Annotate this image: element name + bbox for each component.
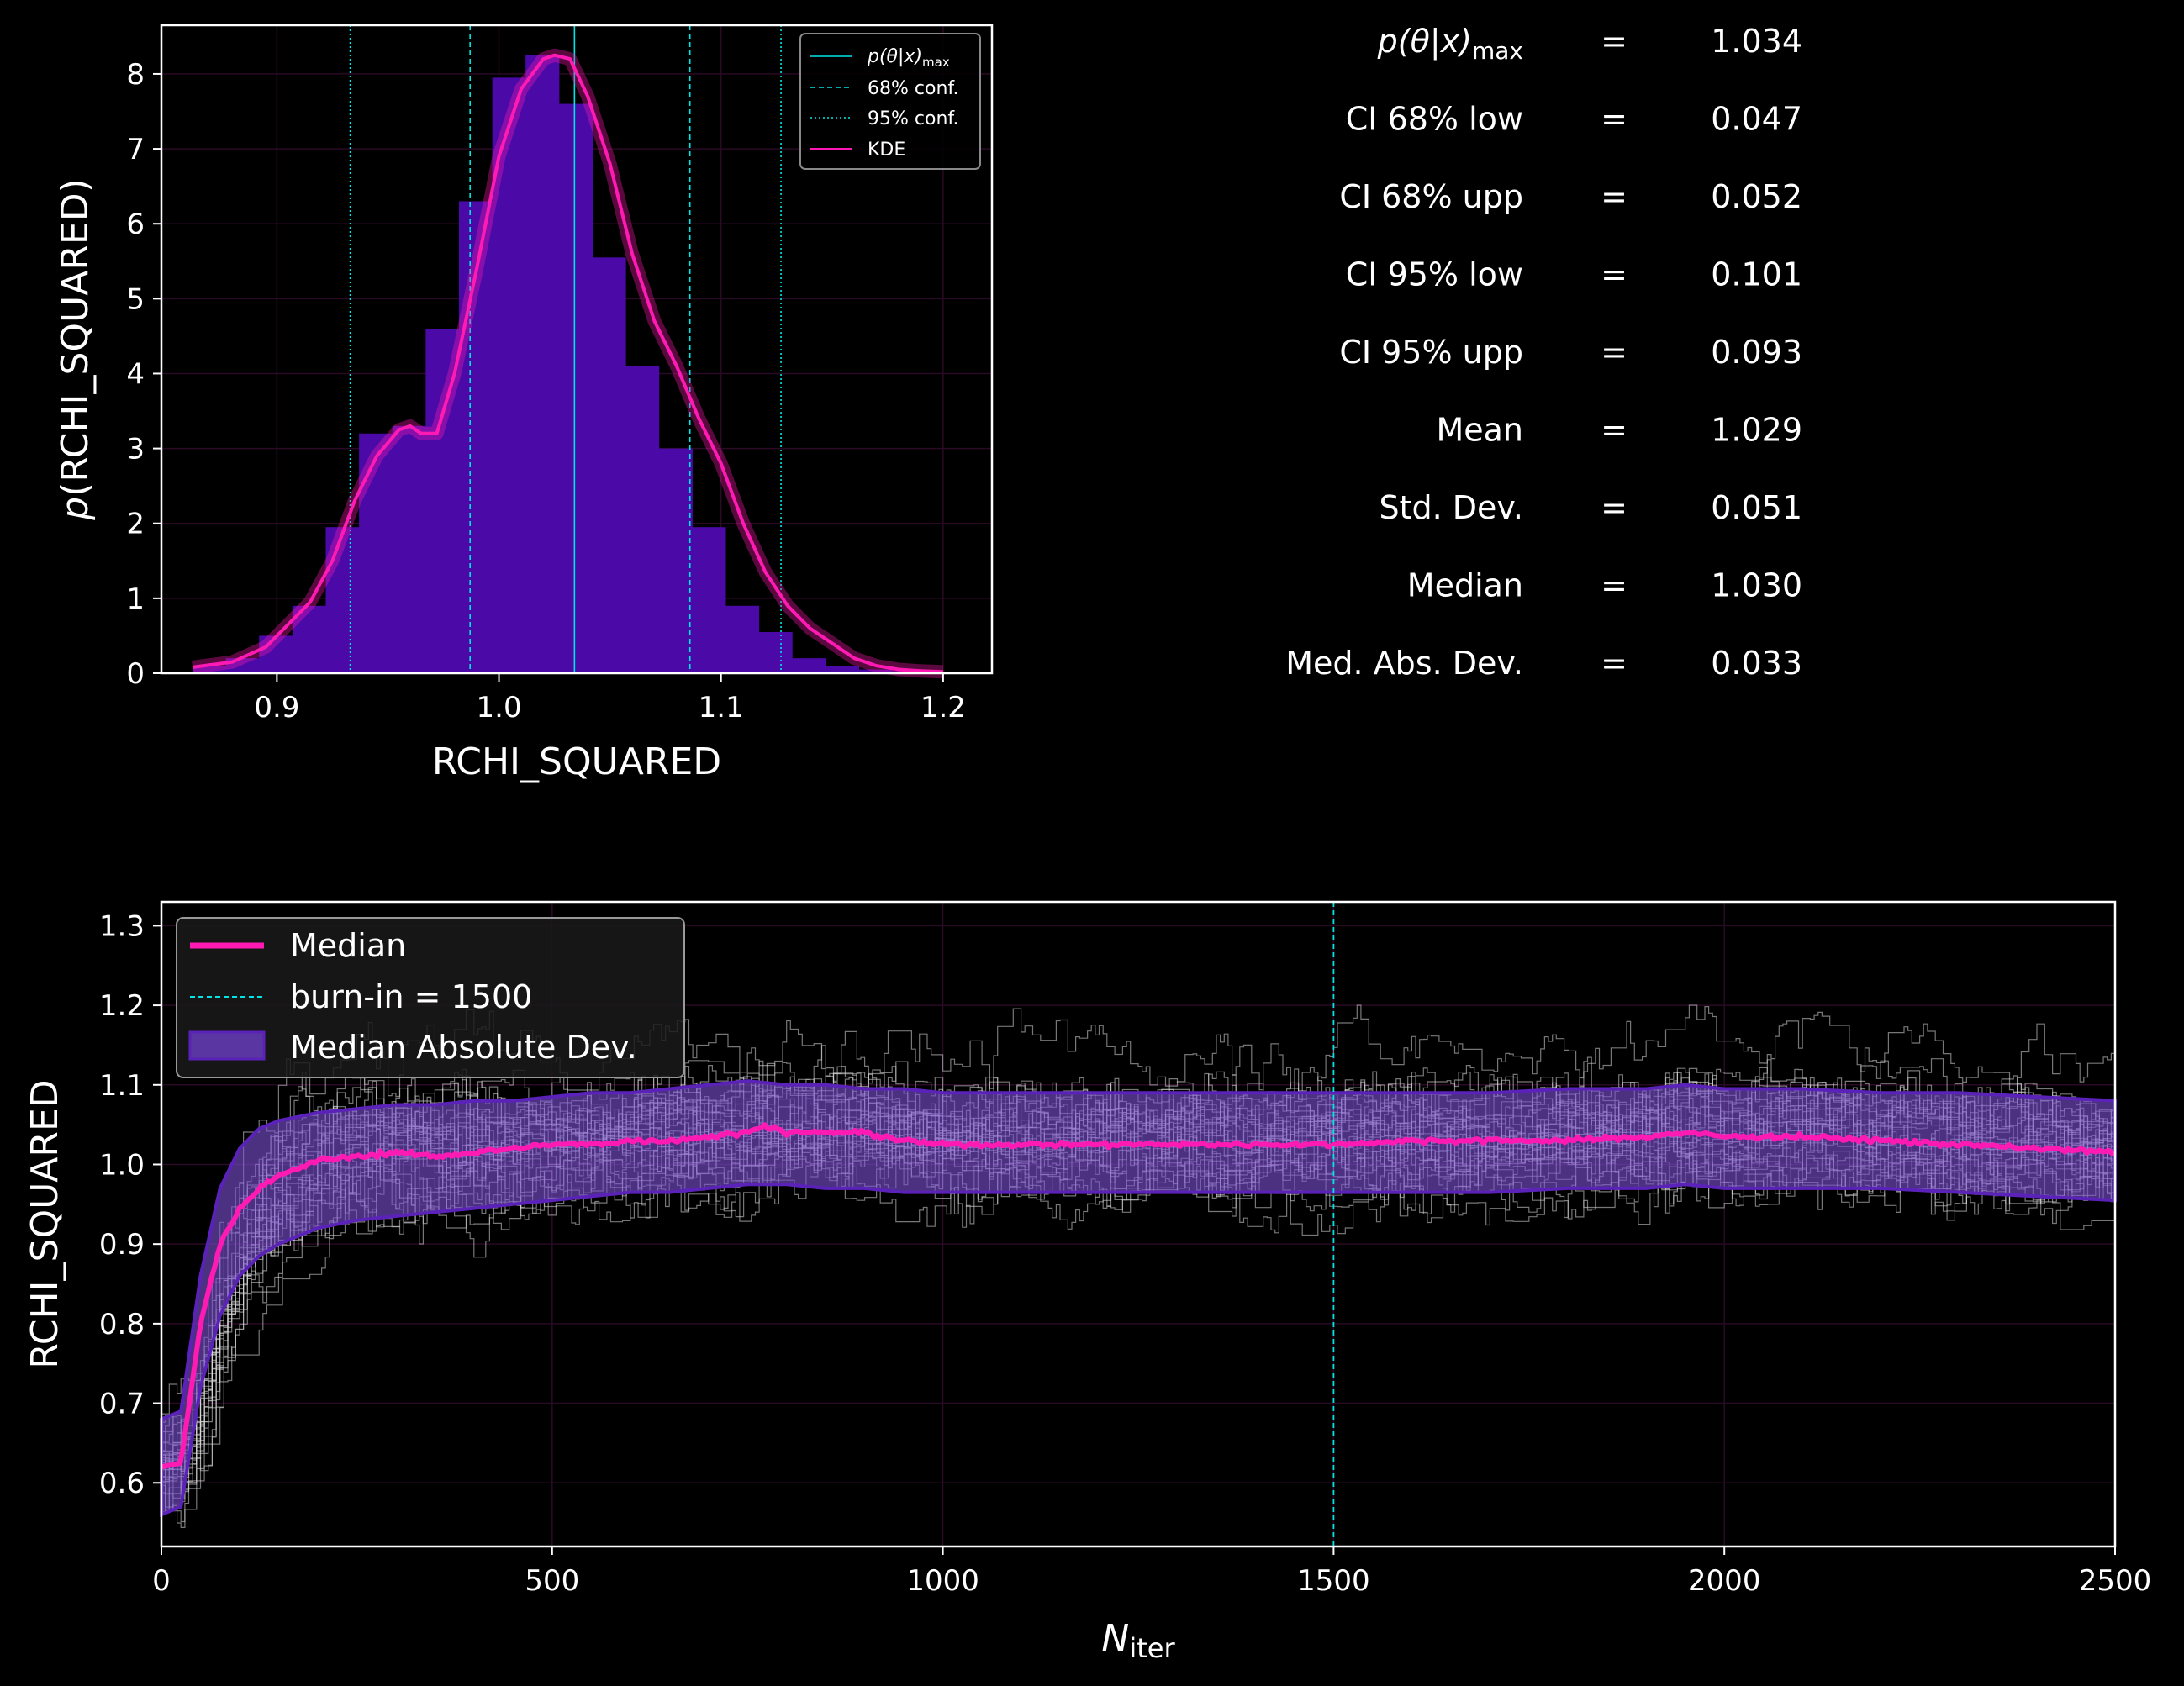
stat-value: 0.101 xyxy=(1711,256,1802,293)
legend-mad-label: Median Absolute Dev. xyxy=(290,1029,637,1066)
stat-label: CI 95% low xyxy=(1346,256,1523,293)
stat-equals: = xyxy=(1601,645,1627,682)
histogram-bar xyxy=(525,55,560,673)
histogram-bar xyxy=(558,103,593,673)
stat-equals: = xyxy=(1601,567,1627,604)
histogram-legend: p(θ|x)max 68% conf. 95% conf. KDE xyxy=(799,33,981,170)
hist-ytick-label: 1 xyxy=(126,582,145,616)
stat-value: 1.029 xyxy=(1711,412,1802,449)
hist-ytick-label: 8 xyxy=(126,58,145,92)
trace-ytick-label: 0.6 xyxy=(99,1467,145,1500)
stat-equals: = xyxy=(1601,256,1627,293)
stat-label: Median xyxy=(1407,567,1523,604)
trace-ytick-label: 0.9 xyxy=(99,1228,145,1262)
stat-label-sub: max xyxy=(1472,37,1523,65)
hist-ytick-label: 5 xyxy=(126,282,145,316)
legend-burnin-label: burn-in = 1500 xyxy=(290,978,532,1015)
stat-row: Median = 1.030 xyxy=(1407,567,1802,604)
histogram-bar xyxy=(625,366,660,673)
trace-xtick-label: 0 xyxy=(152,1564,171,1598)
hist-ytick-label: 6 xyxy=(126,208,145,241)
stat-row: Mean = 1.029 xyxy=(1436,412,1802,449)
trace-xtick-label: 2000 xyxy=(1688,1564,1761,1598)
stat-equals: = xyxy=(1601,489,1627,526)
trace-ytick-label: 0.8 xyxy=(99,1308,145,1341)
stat-equals: = xyxy=(1601,101,1627,138)
legend-conf68-label: 68% conf. xyxy=(868,78,959,99)
trace-xtick-label: 2500 xyxy=(2079,1564,2152,1598)
legend-mad-swatch xyxy=(188,1030,266,1061)
histogram-x-label: RCHI_SQUARED xyxy=(432,740,721,783)
stat-label-main: p(θ|x) xyxy=(1377,23,1472,61)
histogram-bar xyxy=(692,527,726,673)
trace-xtick-label: 500 xyxy=(525,1564,579,1598)
histogram-bar xyxy=(592,257,626,673)
stat-value: 1.034 xyxy=(1711,23,1802,60)
hist-ytick-label: 3 xyxy=(126,433,145,466)
trace-ytick-label: 1.3 xyxy=(99,909,145,943)
legend-max-sub: max xyxy=(922,55,950,70)
stat-value: 0.051 xyxy=(1711,489,1802,526)
stat-equals: = xyxy=(1601,178,1627,215)
trace-ytick-label: 1.0 xyxy=(99,1148,145,1182)
histogram-bar xyxy=(825,666,859,673)
hist-xtick-label: 1.1 xyxy=(699,691,744,724)
histogram-bar xyxy=(725,605,760,673)
trace-xtick-label: 1500 xyxy=(1297,1564,1370,1598)
histogram-bar xyxy=(392,425,426,673)
stat-label: Std. Dev. xyxy=(1379,489,1523,526)
hist-y-label-rest: (RCHI_SQUARED) xyxy=(54,178,97,497)
stat-value: 0.033 xyxy=(1711,645,1802,682)
histogram-bar xyxy=(792,658,826,673)
hist-xtick-label: 1.0 xyxy=(477,691,522,724)
trace-xtick-label: 1000 xyxy=(906,1564,979,1598)
hist-xtick-label: 0.9 xyxy=(254,691,299,724)
stat-label: CI 68% upp xyxy=(1339,178,1523,215)
legend-kde-label: KDE xyxy=(868,140,905,161)
stat-label: Med. Abs. Dev. xyxy=(1285,645,1523,682)
stat-label: CI 68% low xyxy=(1346,101,1523,138)
stat-label: CI 95% upp xyxy=(1339,334,1523,371)
trace-x-label-sub: iter xyxy=(1129,1632,1175,1664)
legend-median-label: Median xyxy=(290,927,406,964)
hist-y-label-p: p xyxy=(54,497,97,521)
trace-ytick-label: 1.2 xyxy=(99,989,145,1023)
histogram-y-label: p(RCHI_SQUARED) xyxy=(54,178,97,521)
stat-value: 0.052 xyxy=(1711,178,1802,215)
hist-ytick-label: 0 xyxy=(126,657,145,691)
hist-ytick-label: 7 xyxy=(126,133,145,166)
histogram-bar xyxy=(658,448,693,673)
histogram-bar xyxy=(758,631,793,673)
legend-max-main: p(θ|x) xyxy=(867,46,922,67)
stat-equals: = xyxy=(1601,23,1627,60)
trace-y-label: RCHI_SQUARED xyxy=(24,1079,66,1368)
legend-conf95-label: 95% conf. xyxy=(868,108,959,129)
stat-value: 1.030 xyxy=(1711,567,1802,604)
stat-value: 0.047 xyxy=(1711,101,1802,138)
stat-equals: = xyxy=(1601,412,1627,449)
trace-ytick-label: 1.1 xyxy=(99,1069,145,1103)
stat-equals: = xyxy=(1601,334,1627,371)
stat-label: Mean xyxy=(1436,412,1523,449)
hist-ytick-label: 4 xyxy=(126,357,145,391)
figure-background xyxy=(0,0,2184,1686)
hist-xtick-label: 1.2 xyxy=(921,691,966,724)
figure: 0.9 1.0 1.1 1.2 0 1 2 3 4 5 6 7 8 RCHI_SQUARED p(RC… xyxy=(0,0,2184,1686)
hist-ytick-label: 2 xyxy=(126,508,145,541)
trace-legend: Median burn-in = 1500 Median Absolute De… xyxy=(176,917,685,1078)
trace-ytick-label: 0.7 xyxy=(99,1388,145,1421)
legend-entry-mad: Median Absolute Dev. xyxy=(188,1029,637,1066)
stat-value: 0.093 xyxy=(1711,334,1802,371)
trace-x-label-main: N xyxy=(1101,1617,1129,1660)
